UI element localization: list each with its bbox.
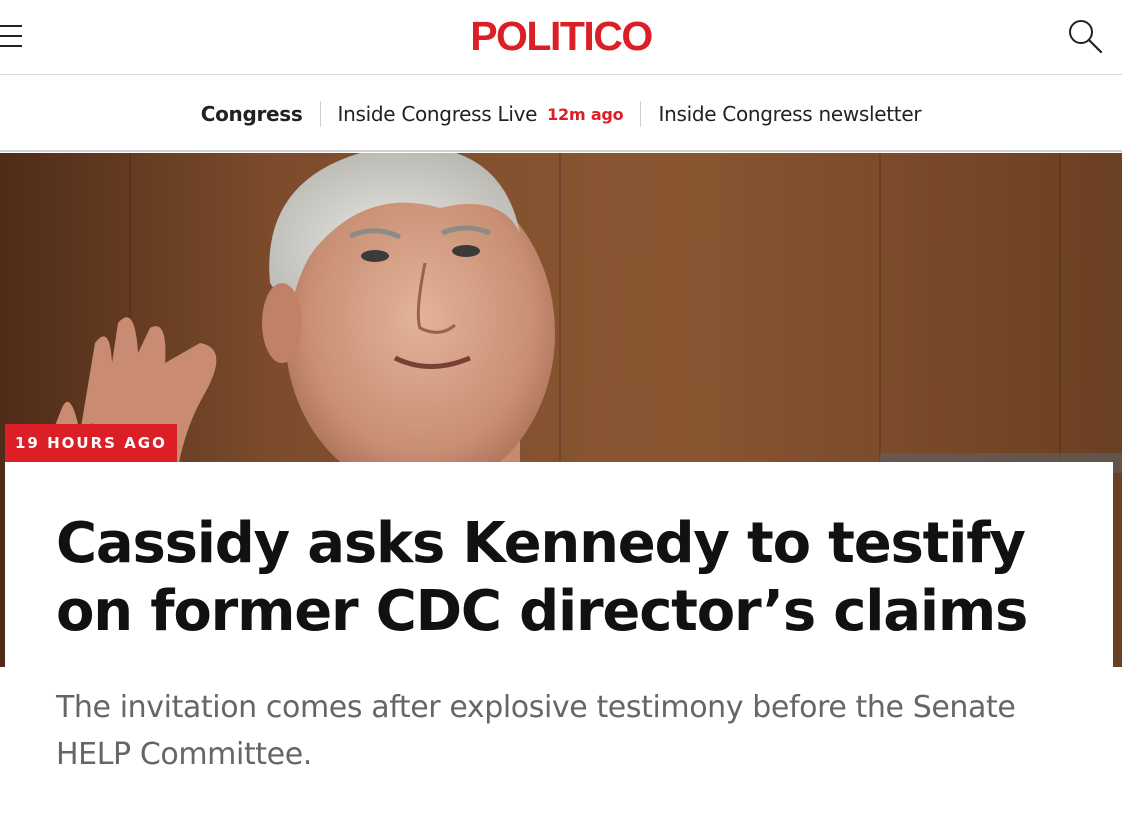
politico-logo[interactable]: POLITICO xyxy=(0,12,1122,60)
timestamp-badge: 19 HOURS AGO xyxy=(5,424,177,462)
search-icon[interactable] xyxy=(1066,18,1106,58)
article-headline[interactable]: Cassidy asks Kennedy to testify on forme… xyxy=(56,510,1076,646)
subnav-item-congress[interactable]: Congress xyxy=(201,102,303,126)
top-header: POLITICO xyxy=(0,0,1122,75)
subnav-divider xyxy=(640,101,642,127)
section-subnav: Congress Inside Congress Live 12m ago In… xyxy=(0,76,1122,152)
subnav-item-inside-congress-live[interactable]: Inside Congress Live xyxy=(338,102,538,126)
article-card: Cassidy asks Kennedy to testify on forme… xyxy=(5,462,1113,814)
subnav-divider xyxy=(319,101,321,127)
live-update-timestamp: 12m ago xyxy=(547,104,624,124)
subnav-item-inside-congress-newsletter[interactable]: Inside Congress newsletter xyxy=(658,102,921,126)
article-dek: The invitation comes after explosive tes… xyxy=(56,690,1016,772)
subnav-links: Congress Inside Congress Live 12m ago In… xyxy=(0,100,1122,128)
